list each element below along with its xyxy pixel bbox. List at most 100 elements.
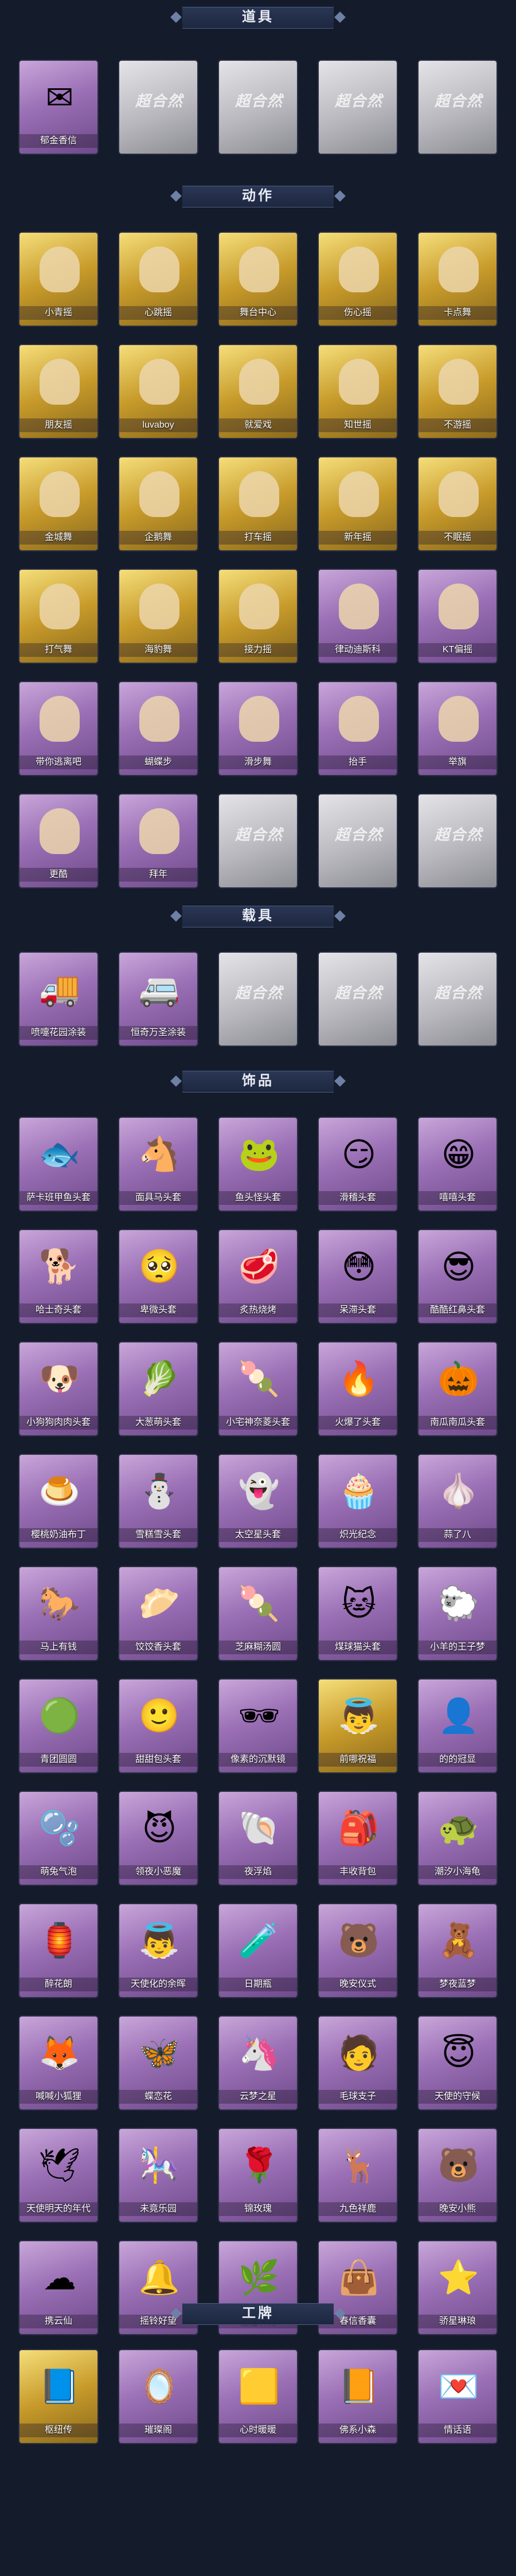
- item-label: 夜浮焰: [219, 1865, 297, 1879]
- dance-pose-icon: [32, 354, 87, 409]
- item-card[interactable]: 🐻 晚安小熊: [417, 2128, 498, 2223]
- item-card[interactable]: 🦋 蝶恋花: [118, 2015, 198, 2111]
- item-card[interactable]: 更酷: [18, 793, 99, 888]
- item-card[interactable]: 🌹 锦玫瑰: [218, 2128, 298, 2223]
- item-card[interactable]: 🐟 萨卡班甲鱼头套: [18, 1117, 99, 1212]
- item-card[interactable]: 😈 领夜小恶魔: [118, 1791, 198, 1886]
- item-card[interactable]: 🥩 炙热烧烤: [218, 1229, 298, 1324]
- item-card[interactable]: 🐕 哈士奇头套: [18, 1229, 99, 1324]
- item-card[interactable]: 伤心摇: [318, 232, 398, 327]
- item-card[interactable]: 🐚 夜浮焰: [218, 1791, 298, 1886]
- item-card[interactable]: 🧪 日期瓶: [218, 1903, 298, 1998]
- item-card[interactable]: ⛄ 雪糕雪头套: [118, 1454, 198, 1549]
- item-card[interactable]: 🧄 蒜了八: [417, 1454, 498, 1549]
- locked-item-card[interactable]: 超合然: [417, 60, 498, 155]
- item-card[interactable]: 🍡 小宅神奈菱头套: [218, 1341, 298, 1436]
- item-card[interactable]: 企鹅舞: [118, 456, 198, 551]
- item-card[interactable]: 心跳摇: [118, 232, 198, 327]
- item-card[interactable]: 小青摇: [18, 232, 99, 327]
- item-card[interactable]: 朋友摇: [18, 344, 99, 439]
- locked-item-card[interactable]: 超合然: [118, 60, 198, 155]
- locked-item-card[interactable]: 超合然: [318, 60, 398, 155]
- item-card[interactable]: 🥟 饺饺香头套: [118, 1566, 198, 1661]
- item-card[interactable]: 🦌 九色祥鹿: [318, 2128, 398, 2223]
- item-card[interactable]: 😳 呆滞头套: [318, 1229, 398, 1324]
- item-card[interactable]: 🐴 面具马头套: [118, 1117, 198, 1212]
- item-card[interactable]: 🐑 小羊的王子梦: [417, 1566, 498, 1661]
- locked-item-card[interactable]: 超合然: [417, 952, 498, 1047]
- item-card[interactable]: 🕊 天使明天的年代: [18, 2128, 99, 2223]
- item-card[interactable]: 🎒 丰收背包: [318, 1791, 398, 1886]
- item-card[interactable]: 卡点舞: [417, 232, 498, 327]
- item-card[interactable]: 蝴蝶步: [118, 681, 198, 776]
- item-card[interactable]: 🧑 毛球支子: [318, 2015, 398, 2111]
- item-card[interactable]: 就爱戏: [218, 344, 298, 439]
- item-card[interactable]: 打车摇: [218, 456, 298, 551]
- item-card[interactable]: 抬手: [318, 681, 398, 776]
- item-card[interactable]: luvaboy: [118, 344, 198, 439]
- item-card[interactable]: 💌 情话语: [417, 2349, 498, 2444]
- item-card[interactable]: 🎃 南瓜南瓜头套: [417, 1341, 498, 1436]
- locked-item-card[interactable]: 超合然: [218, 793, 298, 888]
- item-card[interactable]: 🧁 炽光纪念: [318, 1454, 398, 1549]
- item-card[interactable]: 🚐 恒奇万圣涂装: [118, 952, 198, 1047]
- item-card[interactable]: 😎 酷酷红鼻头套: [417, 1229, 498, 1324]
- item-card[interactable]: 🎠 未竟乐园: [118, 2128, 198, 2223]
- item-card[interactable]: 🦄 云梦之星: [218, 2015, 298, 2111]
- item-card[interactable]: 👼 天使化的余晖: [118, 1903, 198, 1998]
- item-card[interactable]: 🥺 卑微头套: [118, 1229, 198, 1324]
- item-card[interactable]: KT偏摇: [417, 569, 498, 664]
- item-card[interactable]: 🔥 火爆了头套: [318, 1341, 398, 1436]
- item-card[interactable]: 📘 枢纽传: [18, 2349, 99, 2444]
- item-card[interactable]: 🐶 小狗狗肉肉头套: [18, 1341, 99, 1436]
- item-card[interactable]: 律动迪斯科: [318, 569, 398, 664]
- item-card[interactable]: 不眠摇: [417, 456, 498, 551]
- item-card[interactable]: 金城舞: [18, 456, 99, 551]
- item-card[interactable]: 🧸 梦夜蓝梦: [417, 1903, 498, 1998]
- item-card[interactable]: 🫧 萌兔气泡: [18, 1791, 99, 1886]
- item-label: 抬手: [319, 755, 397, 769]
- item-card[interactable]: 知世摇: [318, 344, 398, 439]
- locked-item-card[interactable]: 超合然: [218, 60, 298, 155]
- item-card[interactable]: 👼 前哪祝福: [318, 1678, 398, 1774]
- item-card[interactable]: 接力摇: [218, 569, 298, 664]
- item-card[interactable]: 🟨 心时暖暖: [218, 2349, 298, 2444]
- item-card[interactable]: 带你逃离吧: [18, 681, 99, 776]
- item-card[interactable]: 🟢 青团圆圆: [18, 1678, 99, 1774]
- item-card[interactable]: 打气舞: [18, 569, 99, 664]
- item-card[interactable]: 拜年: [118, 793, 198, 888]
- item-card[interactable]: 🥬 大葱萌头套: [118, 1341, 198, 1436]
- item-card[interactable]: 🐸 鱼头怪头套: [218, 1117, 298, 1212]
- item-card[interactable]: 👤 的的冠显: [417, 1678, 498, 1774]
- item-card[interactable]: 😏 滑稽头套: [318, 1117, 398, 1212]
- item-card[interactable]: 🍮 樱桃奶油布丁: [18, 1454, 99, 1549]
- item-card[interactable]: 新年摇: [318, 456, 398, 551]
- locked-item-card[interactable]: 超合然: [417, 793, 498, 888]
- item-card[interactable]: 🚚 喷嚏花园涂装: [18, 952, 99, 1047]
- item-card[interactable]: 🐎 马上有钱: [18, 1566, 99, 1661]
- item-card[interactable]: 🦊 喊喊小狐狸: [18, 2015, 99, 2111]
- item-card[interactable]: 📙 佛系小森: [318, 2349, 398, 2444]
- item-card[interactable]: 🐢 潮汐小海龟: [417, 1791, 498, 1886]
- locked-item-card[interactable]: 超合然: [318, 793, 398, 888]
- item-card[interactable]: 🍡 芝麻糊汤圆: [218, 1566, 298, 1661]
- locked-item-card[interactable]: 超合然: [218, 952, 298, 1047]
- item-label: 就爱戏: [219, 418, 297, 432]
- locked-item-card[interactable]: 超合然: [318, 952, 398, 1047]
- dance-pose-icon: [331, 467, 386, 522]
- item-card[interactable]: 🪞 璀璨阁: [118, 2349, 198, 2444]
- item-card[interactable]: ✉ 郁金香信: [18, 60, 99, 155]
- item-card[interactable]: 滑步舞: [218, 681, 298, 776]
- item-card[interactable]: 🙂 甜甜包头套: [118, 1678, 198, 1774]
- item-card[interactable]: 😇 天使的守候: [417, 2015, 498, 2111]
- item-card[interactable]: 👻 太空星头套: [218, 1454, 298, 1549]
- item-card[interactable]: 海豹舞: [118, 569, 198, 664]
- item-card[interactable]: 舞台中心: [218, 232, 298, 327]
- item-card[interactable]: 举旗: [417, 681, 498, 776]
- item-card[interactable]: 😁 嘻嘻头套: [417, 1117, 498, 1212]
- item-card[interactable]: 🐻 晚安仪式: [318, 1903, 398, 1998]
- item-card[interactable]: 🕶 像素的沉默镜: [218, 1678, 298, 1774]
- item-card[interactable]: 🏮 醉花朗: [18, 1903, 99, 1998]
- item-card[interactable]: 🐱 煤球猫头套: [318, 1566, 398, 1661]
- item-card[interactable]: 不游摇: [417, 344, 498, 439]
